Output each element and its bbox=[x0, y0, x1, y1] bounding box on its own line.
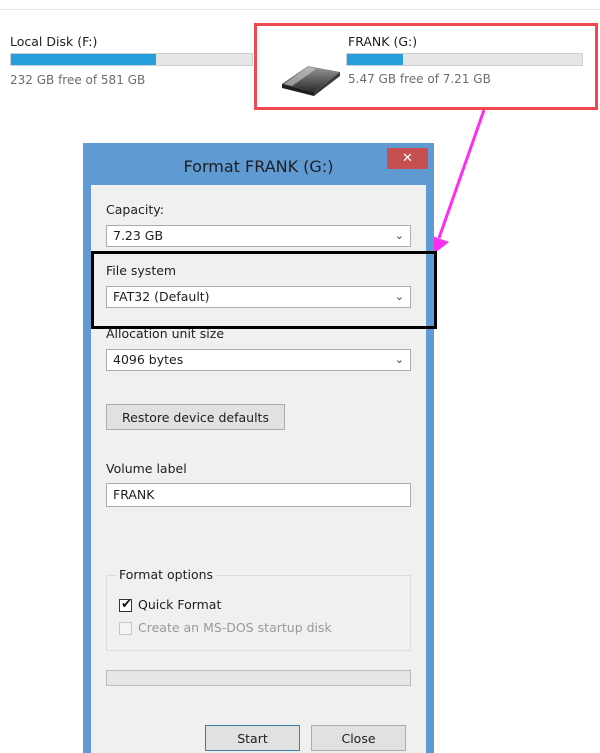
quick-format-checkbox[interactable]: ✔ bbox=[119, 597, 132, 612]
file-system-highlight-box bbox=[91, 251, 437, 329]
title-bar[interactable]: Format FRANK (G:) ✕ bbox=[83, 143, 434, 185]
format-dialog: Format FRANK (G:) ✕ Capacity: 7.23 GB ⌄ … bbox=[83, 143, 434, 753]
format-options-group: Format options ✔ Quick Format Create an … bbox=[106, 567, 411, 651]
capacity-select[interactable]: 7.23 GB ⌄ bbox=[106, 225, 411, 247]
highlight-box-frank bbox=[254, 23, 598, 110]
chevron-down-icon: ⌄ bbox=[394, 353, 404, 366]
allocation-unit-value: 4096 bytes bbox=[113, 352, 184, 367]
close-window-button[interactable]: ✕ bbox=[387, 148, 428, 169]
close-icon: ✕ bbox=[402, 151, 413, 166]
volume-label-input[interactable]: FRANK bbox=[106, 483, 411, 507]
drive-tile-local-disk[interactable]: Local Disk (F:) 232 GB free of 581 GB bbox=[0, 0, 253, 100]
chevron-down-icon: ⌄ bbox=[394, 229, 404, 242]
close-button[interactable]: Close bbox=[311, 725, 406, 751]
drive-usage-bar bbox=[10, 53, 253, 66]
format-progress-bar bbox=[106, 670, 411, 686]
capacity-label: Capacity: bbox=[106, 202, 164, 217]
screenshot: Local Disk (F:) 232 GB free of 581 GB FR… bbox=[0, 0, 600, 753]
msdos-startup-label: Create an MS-DOS startup disk bbox=[138, 620, 332, 635]
capacity-value: 7.23 GB bbox=[113, 228, 164, 243]
drive-name: Local Disk (F:) bbox=[10, 34, 98, 49]
format-options-title: Format options bbox=[116, 567, 217, 582]
allocation-unit-select[interactable]: 4096 bytes ⌄ bbox=[106, 349, 411, 371]
msdos-startup-checkbox bbox=[119, 622, 132, 635]
dialog-title: Format FRANK (G:) bbox=[183, 157, 334, 176]
quick-format-label[interactable]: Quick Format bbox=[138, 597, 221, 612]
restore-defaults-button[interactable]: Restore device defaults bbox=[106, 404, 285, 430]
volume-label-label: Volume label bbox=[106, 461, 187, 476]
drive-usage-fill bbox=[11, 54, 156, 65]
start-button[interactable]: Start bbox=[205, 725, 300, 751]
check-icon: ✔ bbox=[121, 597, 132, 612]
drive-free-space: 232 GB free of 581 GB bbox=[10, 73, 146, 87]
